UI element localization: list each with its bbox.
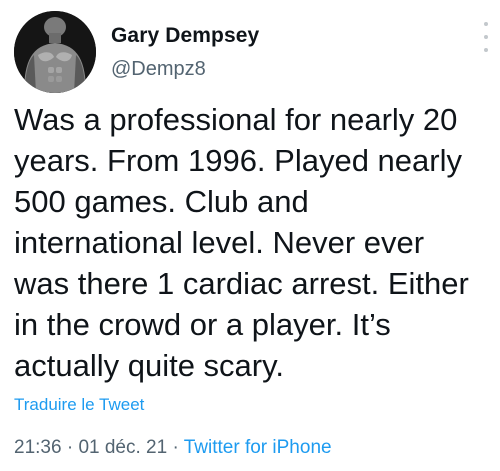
author-handle[interactable]: @Dempz8 [111,58,206,81]
tweet-date[interactable]: 01 déc. 21 [78,437,167,458]
more-vertical-icon[interactable] [480,22,492,52]
more-dot [484,48,488,52]
meta-separator: · [167,437,184,458]
tweet-time[interactable]: 21:36 [14,437,62,458]
tweet-text: Was a professional for nearly 20 years. … [14,102,469,383]
avatar[interactable] [14,11,96,93]
more-dot [484,35,488,39]
tweet-metadata: 21:36 · 01 déc. 21 · Twitter for iPhone [14,437,332,459]
meta-separator: · [61,437,79,458]
author-name[interactable]: Gary Dempsey [111,24,259,48]
more-dot [484,22,488,26]
tweet-source[interactable]: Twitter for iPhone [184,437,332,458]
avatar-image [14,11,96,93]
translate-link[interactable]: Traduire le Tweet [14,395,144,415]
tweet-card: Gary Dempsey @Dempz8 Was a professional … [0,0,500,471]
